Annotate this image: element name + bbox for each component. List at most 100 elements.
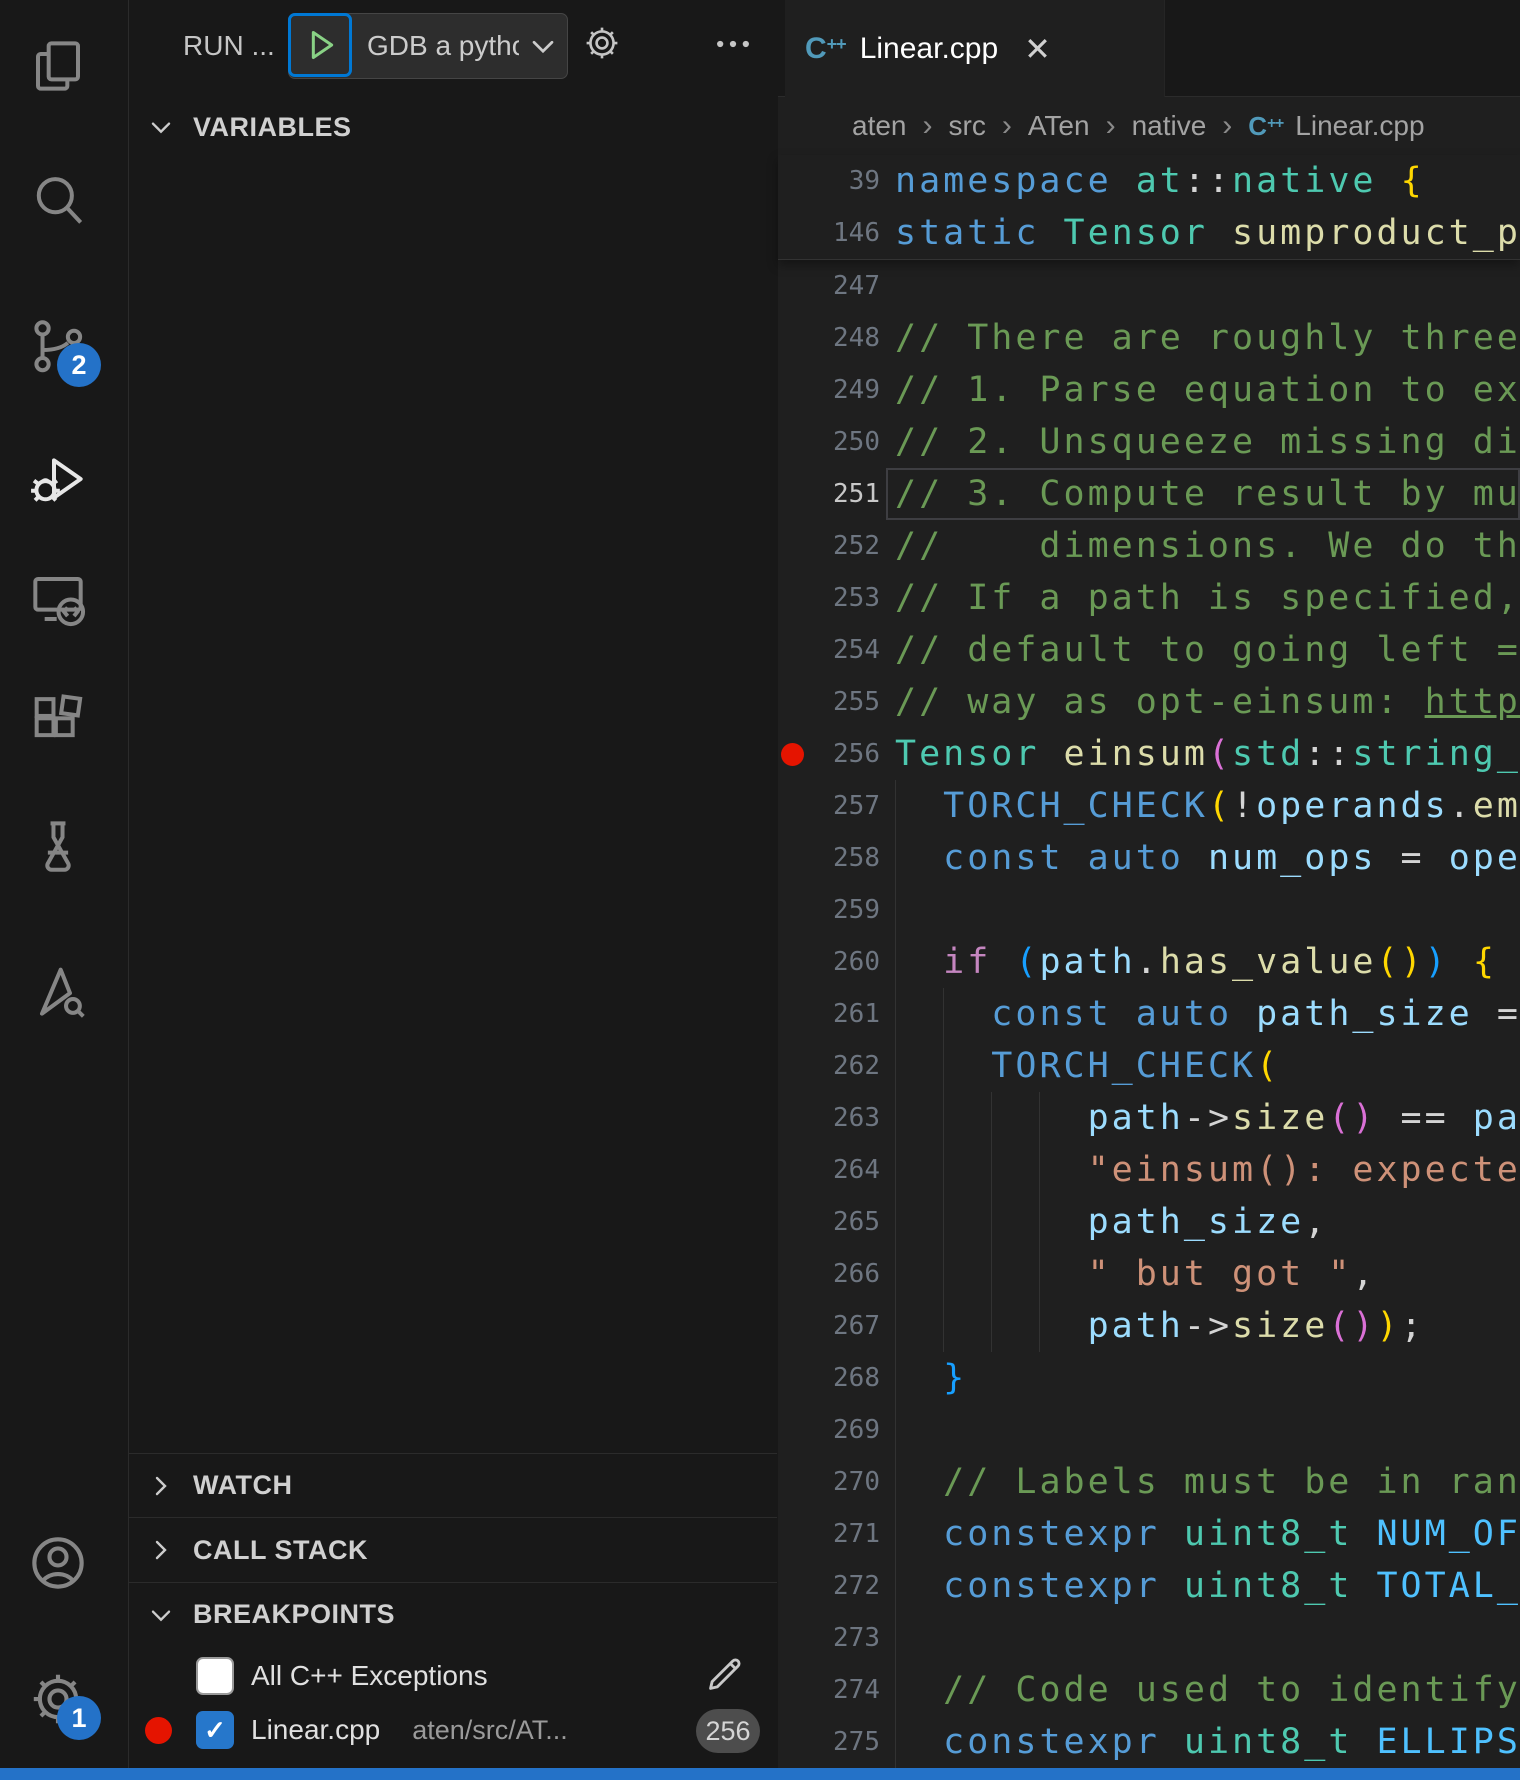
- line-number[interactable]: 263: [778, 1092, 880, 1144]
- activitybar-run-debug[interactable]: [25, 446, 91, 512]
- code-line-253[interactable]: 253// If a path is specified, we reduce …: [778, 572, 1520, 624]
- code-line-271[interactable]: 271 constexpr uint8_t NUM_OF_LETTERS = '…: [778, 1508, 1520, 1560]
- line-number[interactable]: 269: [778, 1404, 880, 1456]
- line-number[interactable]: 255: [778, 676, 880, 728]
- code-line-261[interactable]: 261 const auto path_size = num_ops == 1 …: [778, 988, 1520, 1040]
- code-line-252[interactable]: 252// dimensions. We do this by permutin…: [778, 520, 1520, 572]
- line-number[interactable]: 274: [778, 1664, 880, 1716]
- line-number[interactable]: 258: [778, 832, 880, 884]
- close-icon[interactable]: ✕: [1024, 30, 1051, 68]
- checkbox-checked[interactable]: ✓: [196, 1711, 234, 1749]
- line-number[interactable]: 271: [778, 1508, 880, 1560]
- code-line-254[interactable]: 254// default to going left => right. Th…: [778, 624, 1520, 676]
- code-line-266[interactable]: 266 " but got ",: [778, 1248, 1520, 1300]
- code-line-250[interactable]: 250// 2. Unsqueeze missing dimensions fr…: [778, 416, 1520, 468]
- line-number[interactable]: 39: [778, 155, 880, 207]
- code-line-262[interactable]: 262 TORCH_CHECK(: [778, 1040, 1520, 1092]
- checkbox-unchecked[interactable]: [196, 1657, 234, 1695]
- code-line-268[interactable]: 268 }: [778, 1352, 1520, 1404]
- activitybar-extensions[interactable]: [25, 688, 91, 754]
- breadcrumb-item[interactable]: Linear.cpp: [1295, 110, 1424, 142]
- code-line-259[interactable]: 259: [778, 884, 1520, 936]
- breadcrumb-item[interactable]: aten: [852, 110, 907, 142]
- breadcrumb-separator: ›: [1222, 109, 1232, 143]
- code-line-249[interactable]: 249// 1. Parse equation to extract the l…: [778, 364, 1520, 416]
- line-number[interactable]: 251: [778, 468, 880, 520]
- line-number[interactable]: 268: [778, 1352, 880, 1404]
- section-call-stack[interactable]: CALL STACK: [129, 1517, 777, 1582]
- tab-label: Linear.cpp: [860, 32, 998, 66]
- debug-settings-gear-icon[interactable]: [581, 22, 623, 69]
- cpp-file-icon: C++: [805, 32, 846, 66]
- line-number[interactable]: 257: [778, 780, 880, 832]
- line-number[interactable]: 275: [778, 1716, 880, 1768]
- code-line-260[interactable]: 260 if (path.has_value()) {: [778, 936, 1520, 988]
- section-variables[interactable]: VARIABLES: [129, 100, 777, 154]
- breakpoint-row[interactable]: All C++ Exceptions: [129, 1649, 777, 1703]
- line-number[interactable]: 254: [778, 624, 880, 676]
- line-number[interactable]: 250: [778, 416, 880, 468]
- line-number[interactable]: 146: [778, 207, 880, 259]
- code-line-146[interactable]: 146static Tensor sumproduct_pair(const T…: [778, 207, 1520, 259]
- line-number[interactable]: 266: [778, 1248, 880, 1300]
- line-number[interactable]: 265: [778, 1196, 880, 1248]
- breadcrumb-item[interactable]: native: [1132, 110, 1207, 142]
- line-number[interactable]: 273: [778, 1612, 880, 1664]
- editor-group: C++ Linear.cpp ✕ aten›src›ATen›native›C+…: [778, 0, 1520, 1780]
- code-line-264[interactable]: 264 "einsum(): expected contraction path…: [778, 1144, 1520, 1196]
- section-breakpoints[interactable]: BREAKPOINTS: [129, 1582, 777, 1646]
- code-line-251[interactable]: 251 // 3. Compute result by multiplying i…: [778, 468, 1520, 520]
- code-line-267[interactable]: 267 path->size());: [778, 1300, 1520, 1352]
- code-text: // 3. Compute result by multiplying inpu…: [895, 468, 1520, 520]
- tab-linear-cpp[interactable]: C++ Linear.cpp ✕: [785, 0, 1165, 97]
- activitybar-source-control[interactable]: 2: [25, 313, 91, 379]
- code-line-258[interactable]: 258 const auto num_ops = operands.size()…: [778, 832, 1520, 884]
- line-number[interactable]: 247: [778, 260, 880, 312]
- line-number[interactable]: 256: [778, 728, 880, 780]
- edit-pencil-icon[interactable]: [701, 1651, 747, 1704]
- section-watch[interactable]: WATCH: [129, 1453, 777, 1517]
- line-number[interactable]: 270: [778, 1456, 880, 1508]
- code-line-273[interactable]: 273: [778, 1612, 1520, 1664]
- activitybar-files[interactable]: [25, 33, 91, 99]
- code-line-265[interactable]: 265 path_size,: [778, 1196, 1520, 1248]
- code-line-247[interactable]: 247: [778, 260, 1520, 312]
- breadcrumb-item[interactable]: src: [949, 110, 986, 142]
- debug-config-dropdown[interactable]: GDB a pytho: [288, 13, 568, 79]
- breakpoint-row[interactable]: ✓Linear.cppaten/src/AT...256: [129, 1703, 777, 1757]
- activitybar-settings-gear[interactable]: 1: [25, 1666, 91, 1732]
- code-line-255[interactable]: 255// way as opt-einsum: https://optimiz…: [778, 676, 1520, 728]
- breadcrumb[interactable]: aten›src›ATen›native›C++Linear.cpp: [778, 97, 1520, 155]
- line-number[interactable]: 262: [778, 1040, 880, 1092]
- line-number[interactable]: 272: [778, 1560, 880, 1612]
- line-number[interactable]: 260: [778, 936, 880, 988]
- code-line-270[interactable]: 270 // Labels must be in range [A-Za-z]: [778, 1456, 1520, 1508]
- code-line-274[interactable]: 274 // Code used to identify ELLIPSIS ("…: [778, 1664, 1520, 1716]
- line-number[interactable]: 264: [778, 1144, 880, 1196]
- code-line-257[interactable]: 257 TORCH_CHECK(!operands.empty(), "eins…: [778, 780, 1520, 832]
- activitybar-search[interactable]: [25, 168, 91, 234]
- line-number[interactable]: 248: [778, 312, 880, 364]
- code-area[interactable]: 247248// There are roughly three parts t…: [778, 260, 1520, 1768]
- activitybar-remote-explorer[interactable]: [25, 566, 91, 632]
- start-debug-button[interactable]: [288, 13, 352, 77]
- sidebar-title: RUN ...: [183, 30, 275, 62]
- code-line-256[interactable]: 256Tensor einsum(std::string_view equati…: [778, 728, 1520, 780]
- more-actions-icon[interactable]: [711, 22, 755, 71]
- activitybar-tools[interactable]: [25, 958, 91, 1024]
- breadcrumb-item[interactable]: ATen: [1028, 110, 1090, 142]
- activitybar-account[interactable]: [25, 1530, 91, 1596]
- code-line-263[interactable]: 263 path->size() == path_size,: [778, 1092, 1520, 1144]
- code-line-272[interactable]: 272 constexpr uint8_t TOTAL_LABELS = NUM…: [778, 1560, 1520, 1612]
- line-number[interactable]: 259: [778, 884, 880, 936]
- line-number[interactable]: 267: [778, 1300, 880, 1352]
- line-number[interactable]: 261: [778, 988, 880, 1040]
- activitybar-testing[interactable]: [25, 813, 91, 879]
- code-line-39[interactable]: 39namespace at::native {: [778, 155, 1520, 207]
- code-line-269[interactable]: 269: [778, 1404, 1520, 1456]
- line-number[interactable]: 252: [778, 520, 880, 572]
- code-line-275[interactable]: 275 constexpr uint8_t ELLIPSIS = TOTAL_L…: [778, 1716, 1520, 1768]
- line-number[interactable]: 253: [778, 572, 880, 624]
- code-line-248[interactable]: 248// There are roughly three parts to c…: [778, 312, 1520, 364]
- line-number[interactable]: 249: [778, 364, 880, 416]
